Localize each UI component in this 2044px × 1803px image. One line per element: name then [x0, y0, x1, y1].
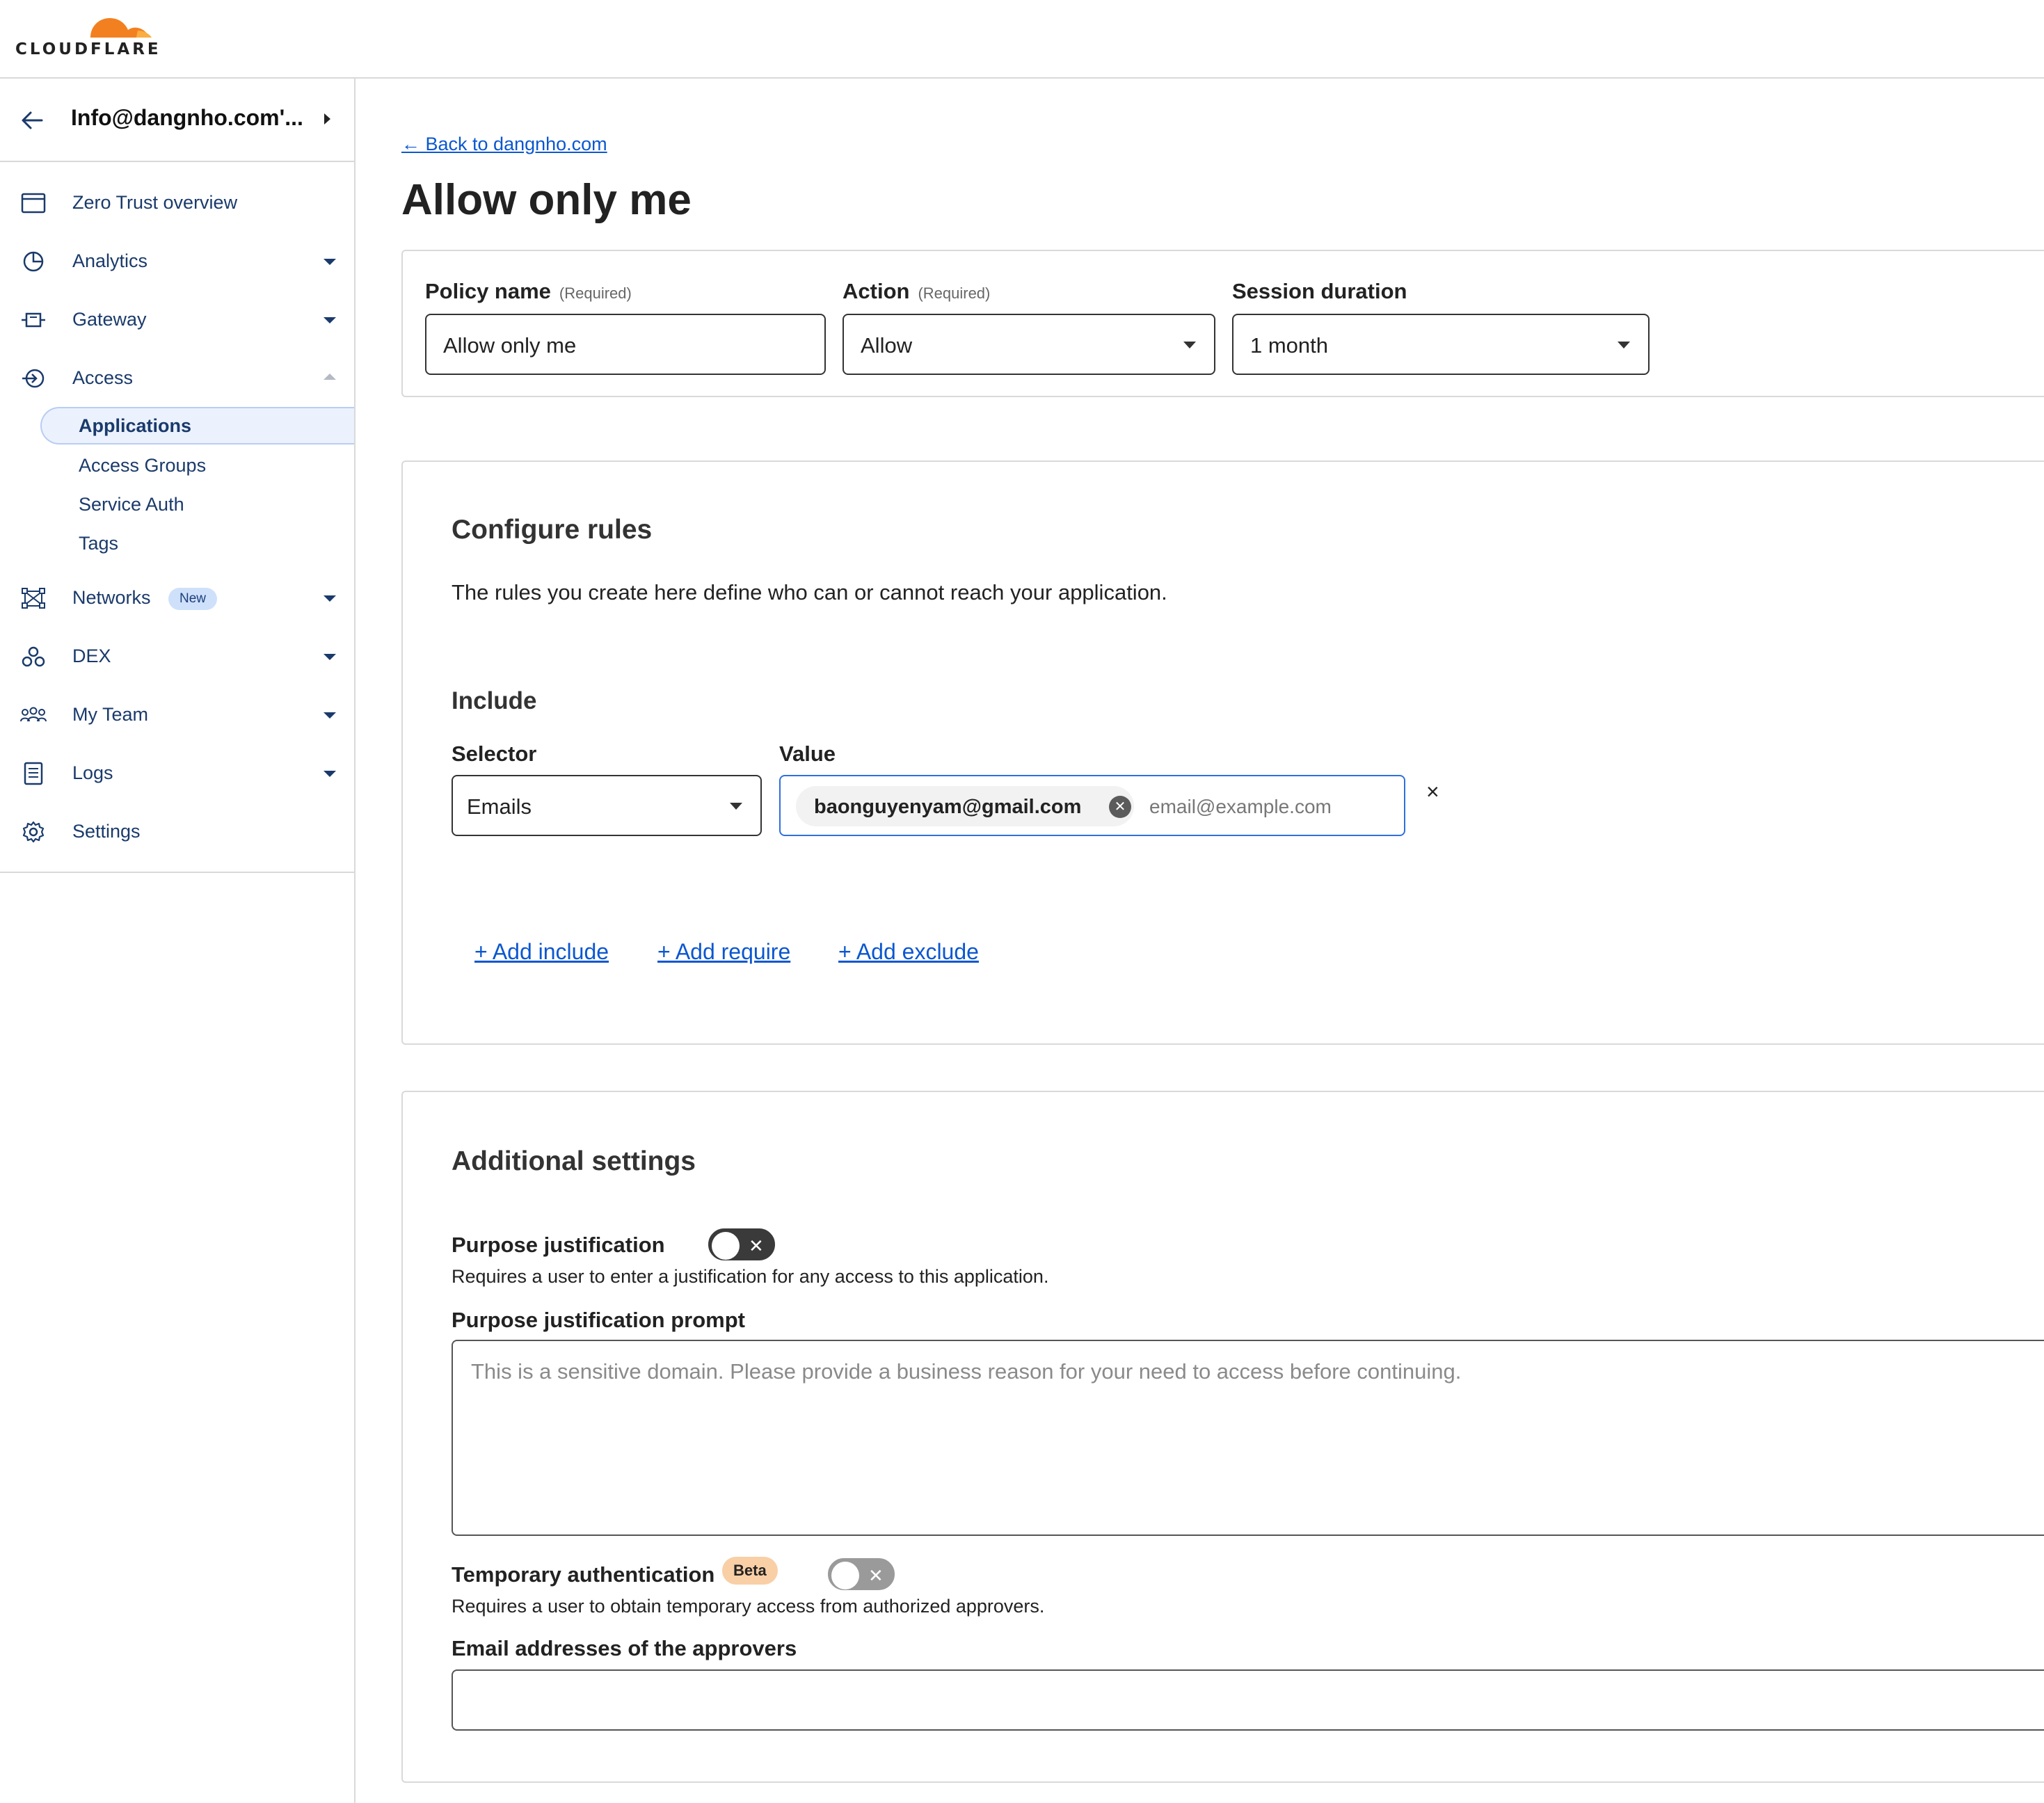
policy-card: Policy name (Required) Allow only me Acti… [401, 250, 2044, 397]
sidebar-item-label: Logs [72, 762, 113, 783]
chevron-down-icon[interactable] [324, 654, 336, 660]
configure-rules-description: The rules you create here define who can… [452, 580, 1167, 604]
sidebar-subitem-access-groups[interactable]: Access Groups [40, 447, 354, 484]
sidebar-divider [0, 872, 354, 873]
account-switcher[interactable]: Info@dangnho.com'... [0, 79, 354, 162]
sidebar-item-label: Zero Trust overview [72, 192, 238, 213]
pie-chart-icon [23, 251, 44, 272]
close-icon[interactable]: × [1426, 780, 1439, 803]
purpose-justification-label: Purpose justification [452, 1233, 665, 1257]
policy-name-input[interactable]: Allow only me [425, 314, 826, 375]
purpose-justification-description: Requires a user to enter a justification… [452, 1266, 1049, 1287]
sidebar-item-access[interactable]: Access [0, 357, 354, 399]
dex-icon [22, 646, 45, 667]
sidebar-subitem-tags[interactable]: Tags [40, 524, 354, 562]
selector-label: Selector [452, 742, 537, 766]
session-duration-select[interactable]: 1 month [1232, 314, 1650, 375]
purpose-prompt-placeholder: This is a sensitive domain. Please provi… [471, 1359, 1462, 1384]
sidebar-item-settings[interactable]: Settings [0, 810, 354, 852]
team-icon [20, 707, 47, 722]
access-icon [22, 369, 45, 388]
arrow-left-icon[interactable] [18, 106, 46, 134]
gear-icon [22, 821, 45, 843]
back-to-app-link[interactable]: ← Back to dangnho.com [401, 134, 607, 155]
network-icon [22, 588, 45, 609]
dropdown-arrow-icon [730, 803, 742, 810]
action-select[interactable]: Allow [843, 314, 1215, 375]
required-hint: (Required) [559, 285, 632, 302]
dropdown-arrow-icon [1183, 342, 1196, 348]
toggle-off-icon: ✕ [868, 1565, 884, 1586]
purpose-justification-toggle[interactable]: ✕ [708, 1228, 775, 1260]
remove-chip-icon[interactable]: ✕ [1109, 796, 1131, 818]
session-duration-label: Session duration [1232, 279, 1407, 303]
sidebar-item-analytics[interactable]: Analytics [0, 240, 354, 282]
dropdown-arrow-icon [1618, 342, 1630, 348]
sidebar-item-networks[interactable]: Networks New [0, 577, 354, 618]
toggle-knob [831, 1562, 859, 1589]
email-value-input[interactable]: baonguyenyam@gmail.com ✕ email@example.c… [779, 775, 1405, 836]
chevron-up-icon[interactable] [324, 374, 336, 380]
add-include-link[interactable]: + Add include [474, 939, 609, 965]
temporary-auth-label: Temporary authentication [452, 1562, 715, 1587]
email-chip: baonguyenyam@gmail.com ✕ [796, 786, 1134, 826]
purpose-prompt-label: Purpose justification prompt [452, 1308, 745, 1332]
required-hint: (Required) [918, 285, 991, 302]
brand-wordmark: CLOUDFLARE [15, 40, 161, 58]
gateway-icon [22, 312, 45, 328]
sidebar-subitem-service-auth[interactable]: Service Auth [40, 486, 354, 523]
new-badge: New [168, 588, 218, 610]
sidebar-item-logs[interactable]: Logs [0, 752, 354, 794]
sidebar-item-label: Networks [72, 587, 151, 608]
selector-select[interactable]: Emails [452, 775, 762, 836]
sidebar-item-zero-trust-overview[interactable]: Zero Trust overview [0, 182, 354, 223]
sidebar-item-label: My Team [72, 704, 149, 725]
toggle-off-icon: ✕ [749, 1235, 764, 1256]
temporary-auth-toggle[interactable]: ✕ [828, 1558, 895, 1590]
logs-icon [24, 762, 43, 785]
sidebar-item-label: Analytics [72, 250, 148, 271]
approvers-email-input[interactable] [452, 1669, 2044, 1731]
window-icon [21, 193, 46, 214]
sidebar-item-label: DEX [72, 646, 111, 666]
purpose-prompt-textarea[interactable]: This is a sensitive domain. Please provi… [452, 1340, 2044, 1536]
sidebar-subitem-label: Access Groups [79, 455, 207, 476]
sidebar-item-label: Gateway [72, 309, 147, 330]
email-placeholder: email@example.com [1149, 796, 1332, 817]
temporary-auth-description: Requires a user to obtain temporary acce… [452, 1596, 1045, 1617]
sidebar-item-gateway[interactable]: Gateway [0, 298, 354, 340]
configure-rules-card [401, 460, 2044, 1045]
include-title: Include [452, 687, 537, 714]
sidebar-subitem-applications[interactable]: Applications [40, 407, 354, 444]
configure-rules-title: Configure rules [452, 515, 653, 545]
sidebar-item-dex[interactable]: DEX [0, 635, 354, 677]
sidebar-item-label: Settings [72, 821, 141, 842]
account-name: Info@dangnho.com'... [71, 105, 303, 130]
add-exclude-link[interactable]: + Add exclude [838, 939, 979, 965]
action-label: Action (Required) [843, 279, 991, 303]
sidebar-item-my-team[interactable]: My Team [0, 694, 354, 735]
chevron-down-icon[interactable] [324, 317, 336, 323]
policy-name-label: Policy name (Required) [425, 279, 632, 303]
chevron-down-icon[interactable] [324, 712, 336, 719]
toggle-knob [712, 1232, 740, 1260]
top-bar: CLOUDFLARE [0, 0, 2044, 79]
beta-badge: Beta [722, 1557, 778, 1585]
add-require-link[interactable]: + Add require [657, 939, 790, 965]
sidebar-subitem-label: Tags [79, 533, 119, 554]
approvers-label: Email addresses of the approvers [452, 1636, 797, 1660]
value-label: Value [779, 742, 836, 766]
chevron-down-icon[interactable] [324, 595, 336, 602]
chevron-down-icon[interactable] [324, 771, 336, 777]
sidebar-subitem-label: Service Auth [79, 494, 184, 515]
chevron-down-icon[interactable] [324, 259, 336, 265]
additional-settings-title: Additional settings [452, 1146, 696, 1176]
caret-right-icon[interactable] [324, 113, 330, 125]
sidebar-item-label: Access [72, 367, 134, 388]
sidebar: Info@dangnho.com'... Zero Trust overview… [0, 79, 356, 1803]
page-title: Allow only me [401, 176, 692, 224]
sidebar-subitem-label: Applications [79, 415, 192, 436]
